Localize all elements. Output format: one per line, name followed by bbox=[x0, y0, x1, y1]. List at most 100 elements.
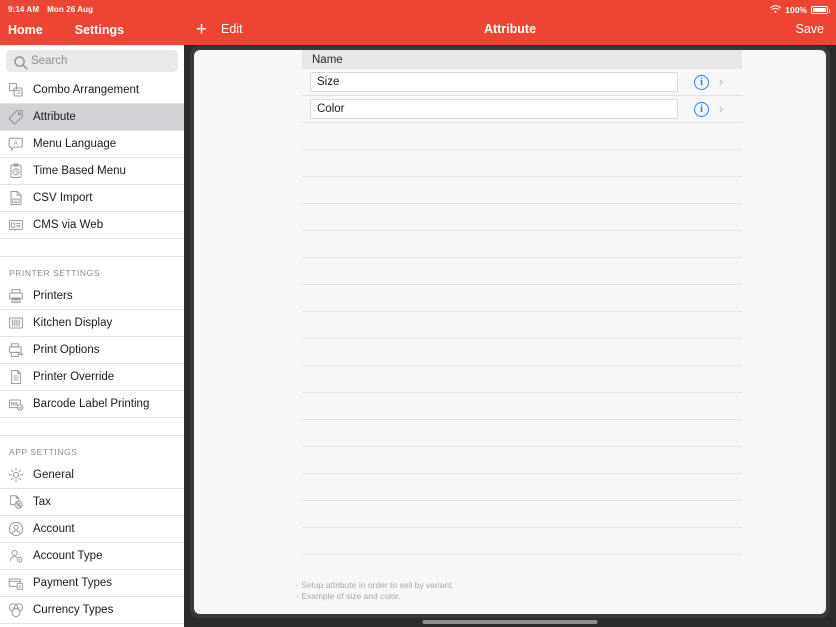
sidebar-divider-gap-2 bbox=[0, 418, 184, 436]
search-input[interactable]: Search bbox=[6, 50, 178, 72]
document-lines-icon bbox=[8, 369, 24, 385]
attribute-name-input[interactable]: Size bbox=[310, 72, 678, 92]
svg-text:$: $ bbox=[19, 584, 22, 589]
table-row-empty bbox=[302, 501, 742, 528]
screen-title: Attribute bbox=[483, 22, 537, 36]
attribute-table: Name Size i › Color i › bbox=[302, 50, 742, 555]
table-row-empty bbox=[302, 393, 742, 420]
search-container: Search bbox=[0, 45, 184, 77]
sidebar-nav-row: Home Settings bbox=[0, 16, 184, 44]
ipad-settings-screen: 9:14 AM Mon 26 Aug Home Settings Search bbox=[0, 0, 836, 627]
sidebar-item-time-based-menu[interactable]: Time Based Menu bbox=[0, 158, 184, 185]
document-csv-icon bbox=[8, 190, 24, 206]
sidebar-item-cms-via-web[interactable]: CMS via Web bbox=[0, 212, 184, 239]
credit-card-icon: $ bbox=[8, 575, 24, 591]
search-icon bbox=[13, 55, 28, 70]
table-row[interactable]: Color i › bbox=[302, 96, 742, 123]
battery-percent-label: 100% bbox=[785, 5, 807, 15]
person-circle-icon bbox=[8, 521, 24, 537]
combo-squares-icon bbox=[8, 82, 24, 98]
column-header-name: Name bbox=[312, 53, 343, 66]
table-row-empty bbox=[302, 204, 742, 231]
device-frame: Name Size i › Color i › - Setup attribut… bbox=[190, 46, 830, 618]
svg-text:A: A bbox=[13, 140, 18, 147]
attribute-name-input[interactable]: Color bbox=[310, 99, 678, 119]
sidebar-item-label: Attribute bbox=[33, 111, 76, 123]
top-navigation-bar: 100% + Edit Attribute Save bbox=[184, 0, 836, 45]
status-date: Mon 26 Aug bbox=[47, 5, 94, 14]
info-circle-icon[interactable]: i bbox=[694, 75, 709, 90]
sidebar-item-label: Tax bbox=[33, 496, 51, 508]
coins-icon: $ $ bbox=[8, 602, 24, 618]
sidebar-item-kitchen-display[interactable]: Kitchen Display bbox=[0, 310, 184, 337]
person-gear-icon bbox=[8, 548, 24, 564]
sidebar-header: 9:14 AM Mon 26 Aug Home Settings bbox=[0, 0, 184, 45]
sidebar-item-label: CSV Import bbox=[33, 192, 93, 204]
sidebar-item-combo-arrangement[interactable]: Combo Arrangement bbox=[0, 77, 184, 104]
sidebar-item-tax[interactable]: Tax bbox=[0, 489, 184, 516]
sidebar-item-barcode-label-printing[interactable]: Barcode Label Printing bbox=[0, 391, 184, 418]
sidebar-item-label: Account bbox=[33, 523, 75, 535]
sidebar-item-currency-types[interactable]: $ $ Currency Types bbox=[0, 597, 184, 624]
table-row-empty bbox=[302, 366, 742, 393]
home-button[interactable]: Home bbox=[8, 23, 43, 37]
sidebar-item-label: Barcode Label Printing bbox=[33, 398, 150, 410]
wifi-icon bbox=[770, 4, 782, 16]
table-row-empty bbox=[302, 123, 742, 150]
sidebar-item-print-options[interactable]: Print Options bbox=[0, 337, 184, 364]
print-options-icon bbox=[8, 342, 24, 358]
printer-icon bbox=[8, 288, 24, 304]
chevron-right-icon[interactable]: › bbox=[719, 74, 723, 89]
info-circle-icon[interactable]: i bbox=[694, 102, 709, 117]
speech-bubble-a-icon: A bbox=[8, 136, 24, 152]
page-title: Settings bbox=[74, 23, 125, 37]
table-header: Name bbox=[302, 50, 742, 69]
sidebar-item-payment-types[interactable]: $ Payment Types bbox=[0, 570, 184, 597]
empty-rows-container bbox=[302, 123, 742, 555]
svg-text:$: $ bbox=[17, 605, 20, 610]
attribute-panel: Name Size i › Color i › - Setup attribut… bbox=[194, 50, 826, 614]
sidebar-item-label: Printers bbox=[33, 290, 73, 302]
home-indicator[interactable] bbox=[422, 620, 598, 624]
sidebar-item-label: Time Based Menu bbox=[33, 165, 126, 177]
table-row-empty bbox=[302, 339, 742, 366]
table-row-empty bbox=[302, 258, 742, 285]
save-button[interactable]: Save bbox=[796, 22, 825, 36]
sidebar-item-attribute[interactable]: Attribute bbox=[0, 104, 184, 131]
sidebar-item-label: CMS via Web bbox=[33, 219, 104, 231]
gear-icon bbox=[8, 467, 24, 483]
barcode-label-icon bbox=[8, 396, 24, 412]
sidebar-section-app-settings: APP SETTINGS bbox=[9, 447, 78, 457]
sidebar-menu-list: Combo Arrangement Attribute A Menu Langu… bbox=[0, 77, 184, 627]
sidebar-item-label: Payment Types bbox=[33, 577, 113, 589]
sidebar-item-label: Menu Language bbox=[33, 138, 117, 150]
tax-document-icon bbox=[8, 494, 24, 510]
table-row-empty bbox=[302, 150, 742, 177]
sidebar-item-label: Kitchen Display bbox=[33, 317, 113, 329]
sidebar-item-printers[interactable]: Printers bbox=[0, 283, 184, 310]
table-row[interactable]: Size i › bbox=[302, 69, 742, 96]
sidebar-item-menu-language[interactable]: A Menu Language bbox=[0, 131, 184, 158]
browser-window-icon bbox=[8, 217, 24, 233]
search-placeholder: Search bbox=[31, 55, 68, 67]
table-row-empty bbox=[302, 312, 742, 339]
helper-line: - Setup attribute in order to sell by va… bbox=[296, 580, 454, 590]
helper-line: - Example of size and color. bbox=[296, 591, 401, 601]
sidebar-item-general[interactable]: General bbox=[0, 462, 184, 489]
table-row-empty bbox=[302, 474, 742, 501]
sidebar-item-printer-override[interactable]: Printer Override bbox=[0, 364, 184, 391]
sidebar-item-label: Combo Arrangement bbox=[33, 84, 140, 96]
sidebar-item-account[interactable]: Account bbox=[0, 516, 184, 543]
sidebar-divider-gap bbox=[0, 239, 184, 257]
sidebar-item-account-type[interactable]: Account Type bbox=[0, 543, 184, 570]
clipboard-clock-icon bbox=[8, 163, 24, 179]
chevron-right-icon[interactable]: › bbox=[719, 101, 723, 116]
status-bar-left: 9:14 AM Mon 26 Aug bbox=[0, 0, 184, 16]
status-bar-right: 100% bbox=[770, 3, 830, 17]
table-row-empty bbox=[302, 447, 742, 474]
sidebar-item-csv-import[interactable]: CSV Import bbox=[0, 185, 184, 212]
sidebar-section-printer-settings: PRINTER SETTINGS bbox=[9, 268, 100, 278]
sidebar: 9:14 AM Mon 26 Aug Home Settings Search bbox=[0, 0, 184, 627]
sidebar-item-label: Account Type bbox=[33, 550, 103, 562]
table-row-empty bbox=[302, 231, 742, 258]
